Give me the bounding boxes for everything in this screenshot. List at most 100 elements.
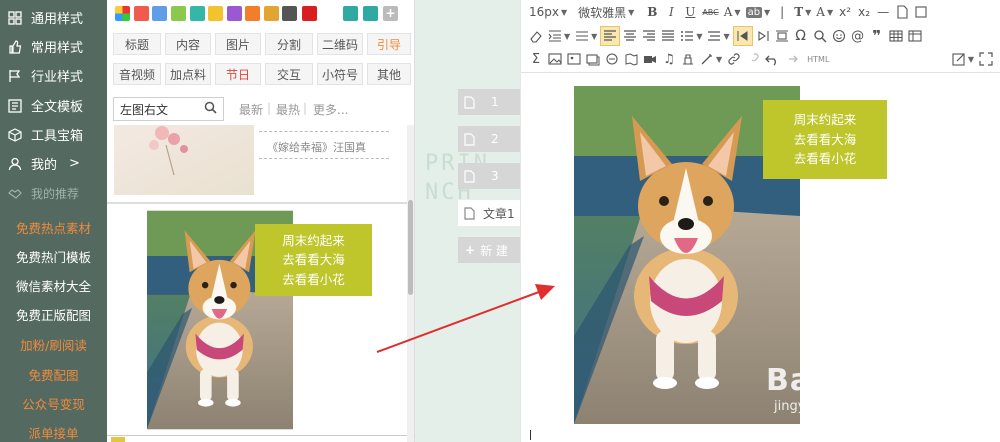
color-swatch[interactable] bbox=[363, 6, 378, 21]
overlay-text-box[interactable]: 周末约起来 去看看大海 去看看小花 bbox=[763, 100, 887, 179]
color-swatch[interactable] bbox=[171, 6, 186, 21]
category-button[interactable]: 内容 bbox=[165, 33, 211, 55]
new-page-button[interactable]: + 新 建 bbox=[458, 237, 520, 263]
template-card-dog[interactable]: 周末约起来 去看看大海 去看看小花 bbox=[147, 210, 372, 430]
font-color-icon[interactable]: A ▼ bbox=[722, 2, 743, 22]
filter-hottest[interactable]: 最热 bbox=[276, 101, 300, 118]
eraser-icon[interactable] bbox=[527, 26, 545, 46]
category-button[interactable]: 节日 bbox=[215, 63, 261, 85]
bold-icon[interactable]: B bbox=[643, 2, 661, 22]
subscript-icon[interactable]: x₂ bbox=[855, 2, 873, 22]
blank-page-icon[interactable] bbox=[893, 2, 911, 22]
fullscreen-icon[interactable] bbox=[977, 49, 995, 69]
color-swatch[interactable] bbox=[245, 6, 260, 21]
page-tab-1[interactable]: 1 bbox=[458, 89, 520, 115]
undo-icon[interactable] bbox=[763, 49, 781, 69]
redo-icon[interactable] bbox=[782, 49, 800, 69]
align-right-icon[interactable] bbox=[640, 26, 658, 46]
edit-settings-icon[interactable]: ▼ bbox=[950, 49, 976, 69]
html-source-button[interactable]: HTML bbox=[805, 49, 831, 69]
color-swatch[interactable] bbox=[264, 6, 279, 21]
image-icon[interactable] bbox=[546, 49, 564, 69]
link-icon[interactable] bbox=[725, 49, 743, 69]
category-button[interactable]: 分割 bbox=[265, 33, 313, 55]
sidebar-item-full-templates[interactable]: 全文模板 bbox=[0, 91, 107, 120]
clear-format-icon[interactable]: | bbox=[773, 2, 791, 22]
color-swatch[interactable] bbox=[208, 6, 223, 21]
frame-icon[interactable] bbox=[584, 49, 602, 69]
ordered-list-icon[interactable]: ▼ bbox=[678, 26, 704, 46]
insert-code-icon[interactable] bbox=[679, 49, 697, 69]
link-free-licensed-images[interactable]: 免费正版配图 bbox=[0, 305, 107, 324]
font-size-select[interactable]: 16px ▼ bbox=[527, 2, 569, 22]
category-button[interactable]: 加点料 bbox=[165, 63, 211, 85]
font-family-select[interactable]: 微软雅黑 ▼ bbox=[576, 2, 636, 22]
underline-icon[interactable]: U bbox=[681, 2, 699, 22]
sidebar-item-toolbox[interactable]: 工具宝箱 bbox=[0, 120, 107, 149]
paragraph-direction-icon[interactable] bbox=[732, 26, 753, 46]
color-swatch[interactable] bbox=[302, 6, 317, 21]
category-button[interactable]: 小符号 bbox=[317, 63, 363, 85]
link-free-images[interactable]: 免费配图 bbox=[0, 365, 107, 384]
link-order-dispatch[interactable]: 派单接单 bbox=[0, 423, 107, 442]
link-free-hot-material[interactable]: 免费热点素材 bbox=[0, 218, 107, 237]
omega-icon[interactable]: Ω bbox=[792, 26, 810, 46]
link-free-hot-templates[interactable]: 免费热门模板 bbox=[0, 247, 107, 266]
page-tab-article-1[interactable]: 文章1 bbox=[458, 200, 520, 226]
color-swatch[interactable] bbox=[134, 6, 149, 21]
indent-icon[interactable]: ▼ bbox=[546, 26, 572, 46]
link-monetize[interactable]: 公众号变现 bbox=[0, 394, 107, 413]
template-card-1[interactable]: 《嫁给幸福》汪国真 bbox=[107, 125, 407, 199]
copy-format-icon[interactable] bbox=[912, 2, 930, 22]
at-icon[interactable]: @ bbox=[849, 26, 867, 46]
unlink-icon[interactable] bbox=[744, 49, 762, 69]
category-button[interactable]: 其他 bbox=[367, 63, 411, 85]
category-button[interactable]: 图片 bbox=[215, 33, 261, 55]
category-button[interactable]: 交互 bbox=[265, 63, 313, 85]
category-button[interactable]: 二维码 bbox=[317, 33, 363, 55]
unordered-list-icon[interactable]: ▼ bbox=[705, 26, 731, 46]
text-style-icon[interactable]: T ▼ bbox=[792, 2, 813, 22]
color-swatch[interactable] bbox=[282, 6, 297, 21]
color-swatch[interactable] bbox=[115, 6, 130, 21]
emoji-icon[interactable] bbox=[830, 26, 848, 46]
filter-latest[interactable]: 最新 bbox=[239, 101, 263, 118]
block-spacing-icon[interactable] bbox=[773, 26, 791, 46]
music-icon[interactable]: ♫ bbox=[660, 49, 678, 69]
sigma-icon[interactable]: Σ bbox=[527, 49, 545, 69]
page-tab-2[interactable]: 2 bbox=[458, 126, 520, 152]
quote-icon[interactable]: ❞ bbox=[868, 26, 886, 46]
add-color-icon[interactable]: + bbox=[383, 6, 398, 21]
gallery-icon[interactable] bbox=[565, 49, 583, 69]
sidebar-item-industry-styles[interactable]: 行业样式 bbox=[0, 61, 107, 90]
search-replace-icon[interactable] bbox=[811, 26, 829, 46]
sidebar-item-common-styles[interactable]: 常用样式 bbox=[0, 32, 107, 61]
align-center-icon[interactable] bbox=[621, 26, 639, 46]
page-tab-3[interactable]: 3 bbox=[458, 163, 520, 189]
italic-icon[interactable]: I bbox=[662, 2, 680, 22]
table-icon[interactable] bbox=[887, 26, 905, 46]
map-pin-icon[interactable] bbox=[622, 49, 640, 69]
search-input[interactable]: 左图右文 bbox=[113, 97, 224, 121]
justify-icon[interactable] bbox=[659, 26, 677, 46]
superscript-icon[interactable]: x² bbox=[836, 2, 854, 22]
color-swatch[interactable] bbox=[152, 6, 167, 21]
line-height-icon[interactable]: ▼ bbox=[573, 26, 599, 46]
color-swatch[interactable] bbox=[190, 6, 205, 21]
rtl-icon[interactable] bbox=[754, 26, 772, 46]
video-icon[interactable] bbox=[641, 49, 659, 69]
magic-wand-icon[interactable]: ▼ bbox=[698, 49, 724, 69]
align-left-icon[interactable] bbox=[600, 26, 621, 46]
sidebar-item-recommend[interactable]: 我的推荐 bbox=[0, 179, 107, 208]
horizontal-rule-icon[interactable]: — bbox=[874, 2, 892, 22]
sticker-icon[interactable] bbox=[603, 49, 621, 69]
background-color-icon[interactable]: ab ▼ bbox=[744, 2, 773, 22]
color-swatch[interactable] bbox=[343, 6, 358, 21]
table-settings-icon[interactable] bbox=[906, 26, 924, 46]
sidebar-item-general-styles[interactable]: 通用样式 bbox=[0, 3, 107, 32]
category-button[interactable]: 引导 bbox=[367, 33, 411, 55]
strikethrough-icon[interactable]: ABC bbox=[700, 2, 720, 22]
filter-more[interactable]: 更多... bbox=[313, 101, 348, 118]
color-swatch[interactable] bbox=[227, 6, 242, 21]
text-size-icon[interactable]: A ▼ bbox=[814, 2, 835, 22]
